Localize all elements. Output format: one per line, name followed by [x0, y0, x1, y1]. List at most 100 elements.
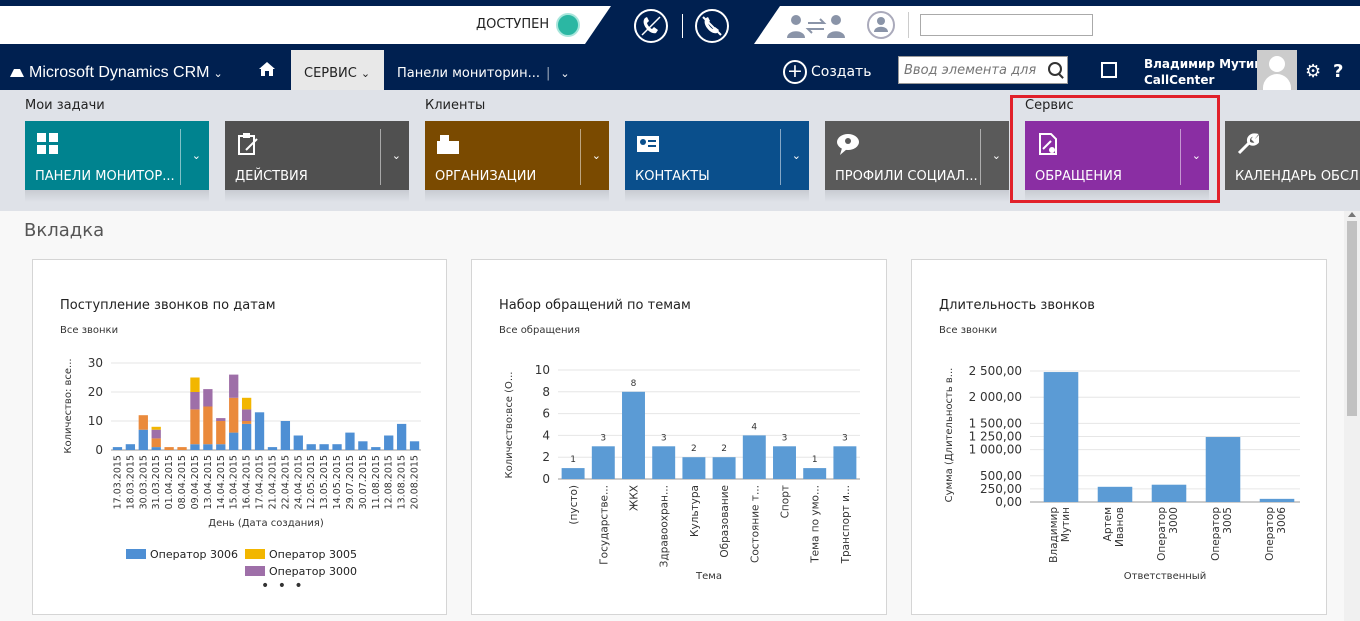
- scroll-up-icon[interactable]: [1348, 212, 1356, 217]
- chart-bar[interactable]: [622, 391, 645, 479]
- chart-bar[interactable]: [1205, 437, 1241, 502]
- chart-bar[interactable]: [306, 444, 316, 450]
- legend-swatch: [126, 549, 146, 559]
- chart-bar[interactable]: [138, 415, 148, 430]
- availability-status[interactable]: ДОСТУПЕН: [476, 17, 549, 32]
- chart-bar[interactable]: [591, 446, 615, 479]
- avatar[interactable]: [1257, 50, 1297, 90]
- x-tick-label: 17.04.2015: [255, 455, 266, 509]
- chart-bar[interactable]: [241, 421, 252, 424]
- chart-bar[interactable]: [190, 377, 200, 393]
- search-box[interactable]: [898, 56, 1068, 84]
- chart-bar[interactable]: [1151, 484, 1187, 502]
- transfer-call-icon[interactable]: [786, 13, 846, 39]
- gear-icon[interactable]: ⚙: [1305, 61, 1321, 82]
- chart-bar[interactable]: [216, 418, 226, 421]
- chart-bar[interactable]: [803, 468, 827, 479]
- chart-bar[interactable]: [358, 441, 368, 450]
- chart-bar[interactable]: [1097, 486, 1133, 502]
- chart-bar[interactable]: [190, 409, 200, 445]
- chart-bar[interactable]: [177, 447, 187, 450]
- chevron-down-icon[interactable]: ⌄: [392, 149, 401, 162]
- chart-bar[interactable]: [229, 397, 239, 433]
- legend-item[interactable]: Оператор 3006: [126, 548, 238, 561]
- legend-item[interactable]: Оператор 3005: [245, 548, 357, 561]
- chart-bar[interactable]: [833, 446, 857, 479]
- chart-bar[interactable]: [203, 406, 213, 445]
- tile-dashboards[interactable]: ПАНЕЛИ МОНИТОР... ⌄: [25, 121, 209, 202]
- app-switcher[interactable]: Microsoft Dynamics CRM ⌄: [10, 64, 223, 82]
- chart-call-duration[interactable]: 0,00250,00500,00 1 000,001 250,001 500,00…: [912, 260, 1328, 616]
- chart-bar[interactable]: [561, 468, 585, 479]
- tile-activities[interactable]: ДЕЙСТВИЯ ⌄: [225, 121, 409, 202]
- y-tick-label: 1 500,00: [969, 416, 1022, 430]
- chevron-down-icon[interactable]: ⌄: [992, 149, 1001, 162]
- chart-bar[interactable]: [151, 429, 161, 439]
- chart-bar[interactable]: [742, 435, 766, 479]
- chevron-down-icon[interactable]: ⌄: [192, 149, 201, 162]
- scrollbar-thumb[interactable]: [1347, 221, 1357, 416]
- hangup-call-icon[interactable]: [695, 9, 729, 43]
- chart-bar[interactable]: [712, 457, 736, 479]
- chart-bar[interactable]: [254, 412, 265, 450]
- chart-bar[interactable]: [190, 392, 200, 410]
- chart-bar[interactable]: [138, 429, 148, 450]
- phone-number-input[interactable]: [920, 14, 1093, 36]
- chart-bar[interactable]: [319, 444, 329, 450]
- chart-calls-by-date[interactable]: 0 10 20 30 17.03.2015 18.03.2015 30.03.2015 31.…: [33, 260, 448, 616]
- chart-bar[interactable]: [384, 435, 394, 451]
- chevron-down-icon[interactable]: ⌄: [592, 149, 601, 162]
- help-icon[interactable]: ?: [1333, 61, 1343, 82]
- y-tick-label: 0: [542, 472, 550, 486]
- tile-contacts[interactable]: КОНТАКТЫ ⌄: [625, 121, 809, 202]
- chart-bar[interactable]: [151, 426, 161, 430]
- chart-bar[interactable]: [652, 446, 676, 479]
- chart-bar[interactable]: [682, 457, 706, 479]
- chart-bar[interactable]: [1259, 498, 1295, 502]
- chart-bar[interactable]: [345, 432, 355, 450]
- chart-bar[interactable]: [151, 438, 161, 448]
- chart-bar[interactable]: [293, 435, 303, 451]
- chart-bar[interactable]: [216, 444, 226, 450]
- chart-bar[interactable]: [151, 447, 161, 450]
- chart-bar[interactable]: [1043, 372, 1079, 502]
- user-name[interactable]: Владимир Мутин: [1144, 57, 1263, 71]
- chart-bar[interactable]: [125, 444, 136, 450]
- conference-icon[interactable]: [867, 11, 895, 39]
- chart-cases-by-subject[interactable]: 0 2 4 6 8 10 1 (пусто) 3 Государстве... 8 ЖКХ 3 Здрав…: [472, 260, 888, 616]
- tab-dashboards[interactable]: Панели мониторин... | ⌄: [397, 66, 570, 81]
- home-icon[interactable]: [259, 62, 275, 76]
- chart-bar[interactable]: [241, 423, 252, 450]
- tab-service[interactable]: СЕРВИС ⌄: [291, 50, 384, 90]
- chart-bar[interactable]: [216, 421, 226, 445]
- chart-bar[interactable]: [164, 447, 174, 450]
- tile-accounts[interactable]: ОРГАНИЗАЦИИ ⌄: [425, 121, 609, 202]
- tile-service-calendar[interactable]: КАЛЕНДАРЬ ОБСЛ: [1225, 121, 1360, 190]
- chart-bar[interactable]: [190, 444, 200, 450]
- chart-bar[interactable]: [267, 447, 278, 450]
- chart-bar[interactable]: [241, 397, 252, 410]
- chart-bar[interactable]: [241, 409, 252, 421]
- chart-bar[interactable]: [203, 444, 213, 450]
- chart-bar[interactable]: [229, 432, 239, 450]
- user-org[interactable]: CallCenter: [1144, 73, 1214, 87]
- chart-bar[interactable]: [773, 446, 796, 479]
- advanced-find-icon[interactable]: [1101, 62, 1117, 78]
- x-tick-label: 30.03.2015: [138, 455, 149, 509]
- chart-bar[interactable]: [112, 447, 123, 450]
- chart-bar[interactable]: [371, 447, 381, 450]
- legend-item[interactable]: Оператор 3000: [245, 565, 357, 578]
- chart-bar[interactable]: [203, 389, 213, 407]
- chart-bar[interactable]: [396, 423, 407, 450]
- search-input[interactable]: [899, 57, 1039, 83]
- chevron-down-icon[interactable]: ⌄: [792, 149, 801, 162]
- chart-bar[interactable]: [409, 441, 420, 450]
- chart-bar[interactable]: [280, 421, 291, 450]
- chart-bar[interactable]: [332, 444, 342, 450]
- create-button[interactable]: + Создать: [783, 60, 871, 84]
- chart-bar[interactable]: [229, 374, 239, 398]
- availability-icon[interactable]: [556, 13, 580, 37]
- tile-social-profiles[interactable]: ПРОФИЛИ СОЦИАЛ... ⌄: [825, 121, 1009, 202]
- legend-more-icon[interactable]: • • •: [261, 578, 305, 594]
- answer-call-icon[interactable]: [634, 9, 668, 43]
